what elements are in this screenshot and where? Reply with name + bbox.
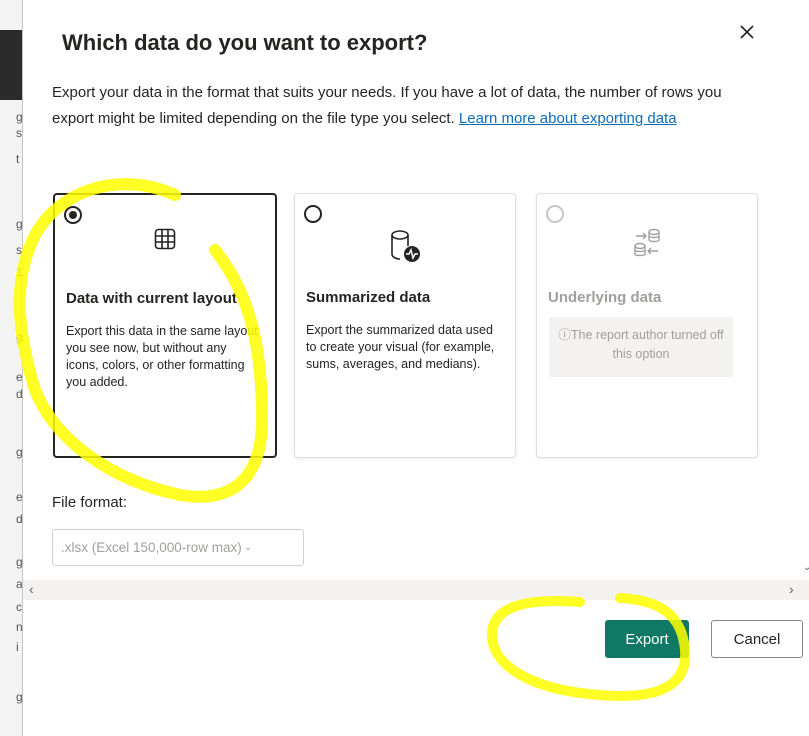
- option-description: Export the summarized data used to creat…: [306, 323, 495, 371]
- database-transfer-icon: [634, 228, 660, 257]
- option-title: Data with current layout: [66, 290, 237, 307]
- scroll-right-arrow-icon[interactable]: ›: [789, 581, 794, 597]
- info-icon: ⓘ: [558, 328, 571, 342]
- option-card-summarized-data[interactable]: Summarized data Export the summarized da…: [294, 193, 516, 458]
- option-card-underlying-data: Underlying data ⓘThe report author turne…: [536, 193, 758, 458]
- option-description: Export this data in the same layout you …: [66, 324, 258, 389]
- export-button[interactable]: Export: [605, 620, 689, 658]
- dialog-title: Which data do you want to export?: [62, 30, 428, 55]
- export-data-dialog: Which data do you want to export? Export…: [23, 0, 809, 736]
- close-icon: [740, 25, 754, 39]
- radio-current-layout[interactable]: [64, 206, 82, 224]
- option-card-current-layout[interactable]: Data with current layout Export this dat…: [53, 193, 277, 458]
- table-grid-icon: [154, 228, 176, 250]
- disabled-note: ⓘThe report author turned off this optio…: [549, 317, 733, 377]
- learn-more-link[interactable]: Learn more about exporting data: [459, 110, 677, 127]
- close-button[interactable]: [733, 18, 761, 46]
- scroll-left-arrow-icon[interactable]: ‹: [29, 581, 34, 597]
- cancel-button[interactable]: Cancel: [711, 620, 803, 658]
- radio-underlying-data: [546, 205, 564, 223]
- option-title: Underlying data: [548, 289, 662, 306]
- disabled-note-text: The report author turned off this option: [570, 328, 724, 361]
- file-format-label: File format:: [52, 494, 128, 511]
- chevron-down-icon: ⌄: [243, 542, 253, 553]
- background-app-strip: g s t g s 1 g e d g e d g a c n i g: [0, 0, 22, 736]
- file-format-value: .xlsx (Excel 150,000-row max): [61, 540, 242, 555]
- file-format-dropdown[interactable]: .xlsx (Excel 150,000-row max) ⌄: [52, 529, 304, 566]
- horizontal-scrollbar[interactable]: ‹ ›: [23, 580, 809, 600]
- background-dark-block: [0, 30, 22, 100]
- background-text-fragment: t: [16, 152, 20, 166]
- option-title: Summarized data: [306, 289, 431, 306]
- database-activity-icon: [391, 230, 420, 262]
- background-text-fragment: i: [16, 640, 19, 654]
- vertical-scroll-indicator-icon: ⌄: [803, 562, 809, 573]
- radio-summarized-data[interactable]: [304, 205, 322, 223]
- dialog-description: Export your data in the format that suit…: [52, 80, 752, 132]
